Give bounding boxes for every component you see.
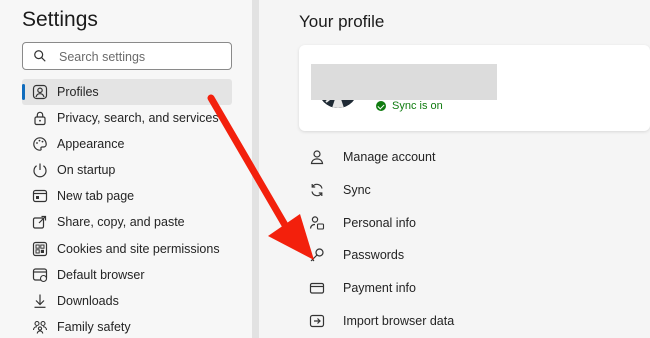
nav-label: Privacy, search, and services xyxy=(57,111,219,126)
key-icon xyxy=(310,248,324,262)
personal-info-icon xyxy=(309,215,325,230)
default-browser-icon xyxy=(32,268,48,282)
personal-info-row[interactable]: Personal info xyxy=(307,209,637,242)
search-icon xyxy=(34,50,46,62)
passwords-label: Passwords xyxy=(343,248,405,263)
family-icon xyxy=(32,320,48,334)
profile-settings-list: Manage account Sync Personal info Passwo… xyxy=(307,143,637,338)
nav-item-default-browser[interactable]: Default browser xyxy=(22,262,232,288)
profile-icon xyxy=(32,84,48,100)
nav-item-cookies[interactable]: Cookies and site permissions xyxy=(22,236,232,262)
sync-label: Sync xyxy=(343,182,371,197)
check-circle-icon xyxy=(376,101,386,111)
nav-label: Share, copy, and paste xyxy=(57,215,185,230)
page-title: Your profile xyxy=(299,12,385,31)
manage-account-label: Manage account xyxy=(343,150,436,164)
nav-label: Family safety xyxy=(57,319,131,334)
nav-label: On startup xyxy=(57,163,116,178)
personal-info-label: Personal info xyxy=(343,215,416,230)
nav-label: Default browser xyxy=(57,267,145,282)
card-icon xyxy=(309,283,325,294)
power-icon xyxy=(33,163,47,178)
nav-item-appearance[interactable]: Appearance xyxy=(22,131,232,157)
import-browser-data-label: Import browser data xyxy=(343,313,455,328)
nav-item-share-copy-paste[interactable]: Share, copy, and paste xyxy=(22,209,232,235)
nav-label: Appearance xyxy=(57,137,125,152)
sync-icon xyxy=(311,183,323,197)
search-input[interactable]: Search settings xyxy=(22,42,232,70)
nav-label: Cookies and site permissions xyxy=(57,241,220,256)
search-placeholder: Search settings xyxy=(59,50,146,64)
profile-pane: Your profile Sync is on Manage account S… xyxy=(259,0,650,338)
import-browser-data-row[interactable]: Import browser data xyxy=(307,307,637,338)
nav-label: Profiles xyxy=(57,85,99,99)
import-icon xyxy=(309,314,325,328)
settings-sidebar: Settings Search settings Profiles Privac… xyxy=(0,0,252,338)
nav-item-privacy[interactable]: Privacy, search, and services xyxy=(22,105,232,131)
sync-row[interactable]: Sync xyxy=(307,176,637,209)
nav-item-new-tab-page[interactable]: New tab page xyxy=(22,183,232,209)
redacted-profile-name xyxy=(311,64,497,100)
person-icon xyxy=(310,150,324,165)
settings-nav: Profiles Privacy, search, and services A… xyxy=(22,79,232,338)
nav-item-downloads[interactable]: Downloads xyxy=(22,288,232,314)
nav-label: Downloads xyxy=(57,293,119,308)
share-icon xyxy=(32,216,47,230)
payment-info-row[interactable]: Payment info xyxy=(307,274,637,307)
nav-item-profiles[interactable]: Profiles xyxy=(22,79,232,106)
pane-divider xyxy=(252,0,259,338)
payment-info-label: Payment info xyxy=(343,281,416,296)
cookies-icon xyxy=(32,241,48,256)
appearance-icon xyxy=(33,137,47,151)
nav-label: New tab page xyxy=(57,189,135,204)
passwords-row[interactable]: Passwords xyxy=(307,241,637,274)
settings-title: Settings xyxy=(22,8,98,31)
manage-account-row[interactable]: Manage account xyxy=(307,143,637,176)
sync-status-text: Sync is on xyxy=(392,100,443,112)
nav-item-on-startup[interactable]: On startup xyxy=(22,157,232,183)
download-icon xyxy=(34,294,46,308)
sync-status: Sync is on xyxy=(376,100,443,112)
nav-item-family-safety[interactable]: Family safety xyxy=(22,314,232,338)
lock-icon xyxy=(34,111,46,126)
new-tab-icon xyxy=(32,190,48,203)
profile-card: Sync is on xyxy=(299,45,650,131)
